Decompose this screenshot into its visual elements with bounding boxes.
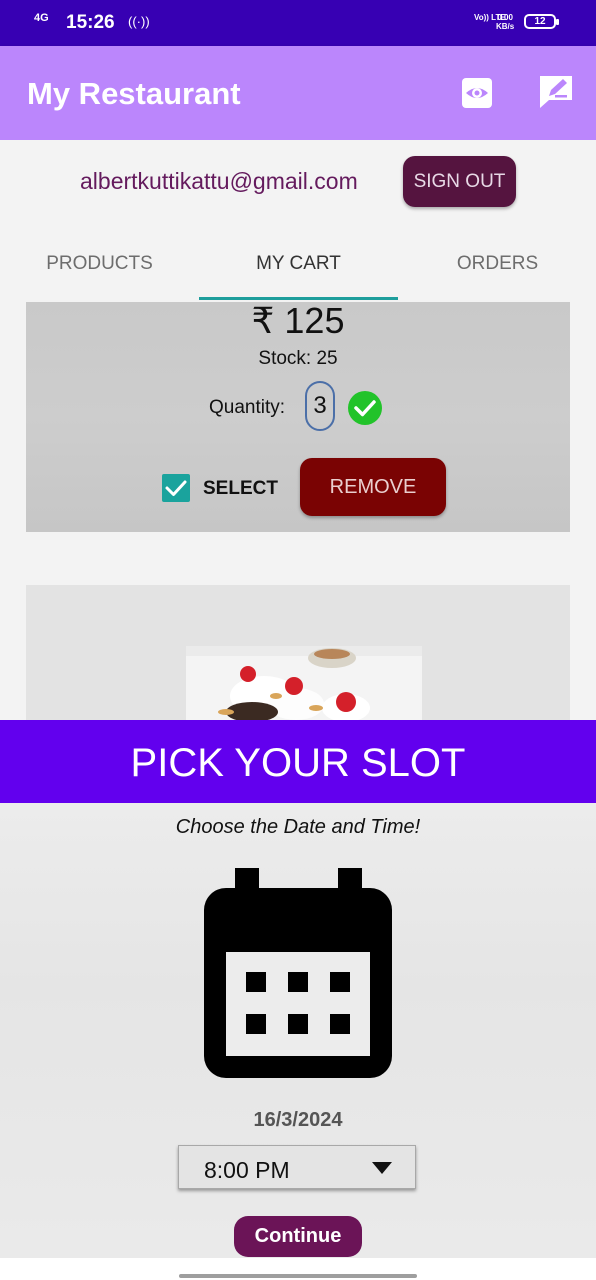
eye-icon[interactable] [460,76,494,110]
remove-button[interactable]: REMOVE [300,458,446,516]
app-title: My Restaurant [27,76,241,111]
status-bar: 4G 15:26 ((·)) Vo)) LTE 0.00 KB/s 12 [0,0,596,46]
item-price: ₹ 125 [251,300,345,341]
battery-icon: 12 [524,14,559,29]
home-gesture-handle[interactable] [179,1274,417,1278]
status-time: 15:26 [66,12,115,33]
tab-products[interactable]: PRODUCTS [0,253,199,275]
network-speed: 0.00 KB/s [496,13,514,31]
time-select[interactable]: 8:00 PM [178,1145,416,1189]
select-checkbox[interactable] [161,473,191,503]
select-label: SELECT [203,478,278,499]
tab-orders[interactable]: ORDERS [398,253,596,275]
account-email: albertkuttikattu@gmail.com [80,168,358,194]
network-speed-value: 0.00 [497,13,513,22]
hotspot-icon: ((·)) [128,14,150,29]
quantity-field[interactable]: 3 [305,381,335,431]
slot-dialog-subtitle: Choose the Date and Time! [175,816,421,838]
edit-icon[interactable] [537,74,575,110]
network-indicator: 4G [34,12,49,24]
item-stock: Stock: 25 [258,348,338,369]
continue-button[interactable]: Continue [234,1216,362,1257]
app-bar: My Restaurant [0,46,596,140]
network-speed-unit: KB/s [496,22,515,31]
confirm-quantity-icon[interactable] [347,390,383,426]
slot-dialog-title: PICK YOUR SLOT [0,720,596,803]
tab-my-cart[interactable]: MY CART [199,253,398,275]
selected-date[interactable]: 16/3/2024 [0,1109,596,1132]
dropdown-arrow-icon [372,1162,392,1174]
sign-out-button[interactable]: SIGN OUT [403,156,516,207]
dessert-image [186,646,422,720]
calendar-icon[interactable] [204,868,392,1078]
selected-time: 8:00 PM [204,1157,290,1183]
quantity-label: Quantity: [209,397,286,418]
